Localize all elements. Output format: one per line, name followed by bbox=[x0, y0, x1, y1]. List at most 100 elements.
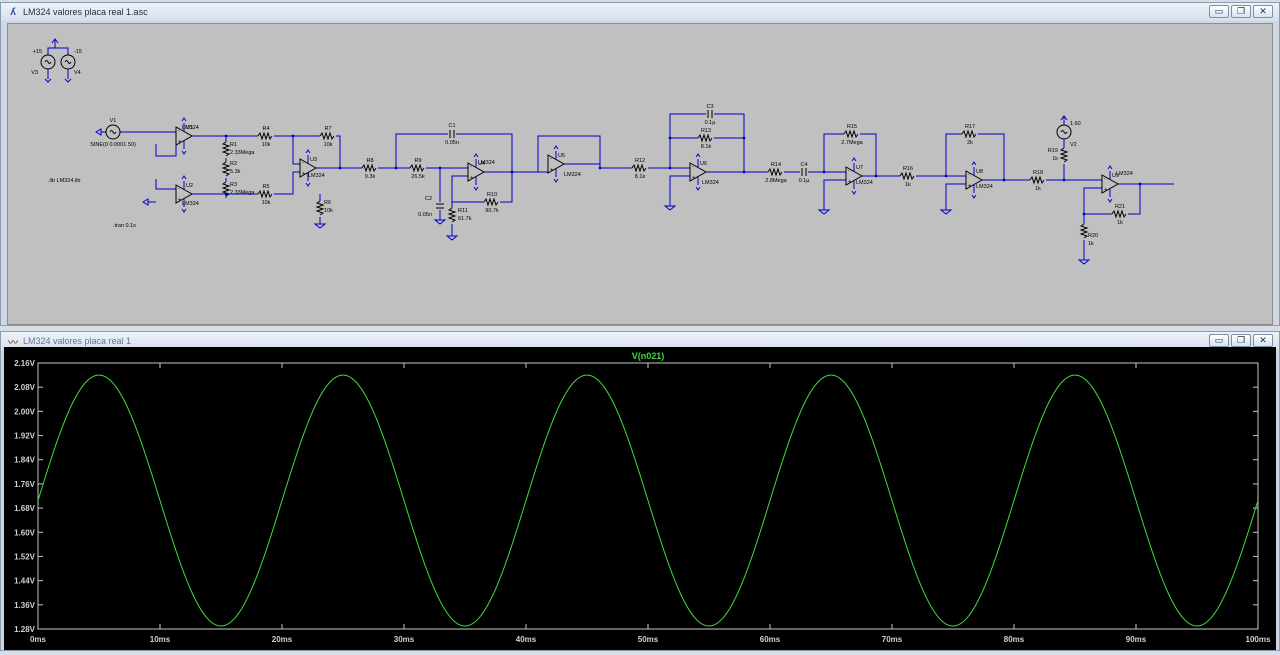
value-r15: 2.7Mega bbox=[841, 140, 863, 146]
x-tick-label: 30ms bbox=[394, 635, 415, 644]
port-arrow bbox=[95, 128, 102, 136]
value-r13: 8.1k bbox=[701, 144, 712, 150]
ref-v4: V4 bbox=[74, 70, 81, 76]
waveform-chart[interactable]: V(n021) 2.16V 2.08V 2.00V 1.92V 1.84V 1.76V 1.6… bbox=[4, 347, 1276, 650]
ground-symbol bbox=[1077, 254, 1091, 265]
junction-dot bbox=[598, 166, 602, 170]
schematic-title: LM324 valores placa real 1.asc bbox=[23, 7, 148, 17]
y-tick-label: 1.76V bbox=[14, 480, 36, 489]
spice-directive-tran: .tran 0.1s bbox=[113, 223, 136, 229]
ref-c1: C1 bbox=[448, 123, 455, 129]
ref-r17: R17 bbox=[965, 124, 975, 130]
wire bbox=[945, 133, 962, 176]
opamp-minus: - bbox=[178, 128, 180, 134]
value-u4: LM324 bbox=[478, 160, 495, 166]
y-tick-label: 1.92V bbox=[14, 432, 36, 441]
wire bbox=[669, 113, 706, 168]
resistor-r9 bbox=[409, 163, 425, 173]
waveform-viewer-icon: 〰 bbox=[8, 337, 18, 349]
value-r19: 1k bbox=[1052, 156, 1058, 162]
x-tick-label: 20ms bbox=[272, 635, 293, 644]
ref-v3: V3 bbox=[31, 70, 38, 76]
junction-dot bbox=[1002, 178, 1006, 182]
y-tick-label: 2.00V bbox=[14, 407, 36, 416]
close-button[interactable]: ✕ bbox=[1253, 5, 1273, 18]
trace-label: V(n021) bbox=[632, 351, 665, 361]
junction-dot bbox=[742, 136, 746, 140]
y-tick-label: 2.08V bbox=[14, 383, 36, 392]
resistor-r1 bbox=[221, 141, 231, 157]
value-v1: SINE(0 0.0001 50) bbox=[90, 142, 136, 148]
resistor-r11 bbox=[447, 207, 457, 223]
wire bbox=[537, 135, 601, 172]
minimize-button[interactable]: ▭ bbox=[1209, 5, 1229, 18]
plot-minimize-button[interactable]: ▭ bbox=[1209, 334, 1229, 347]
wire bbox=[714, 113, 745, 172]
resistor-r13 bbox=[697, 133, 713, 143]
schematic-drawing[interactable]: V3+15V4-15V1SINE(0 0.0001 50)-+U1LM324-+… bbox=[8, 24, 1272, 324]
resistor-r5 bbox=[257, 189, 273, 199]
opamp-plus: + bbox=[550, 167, 553, 173]
resistor-r20 bbox=[1079, 223, 1089, 239]
plot-close-button[interactable]: ✕ bbox=[1253, 334, 1273, 347]
ref-r12: R12 bbox=[635, 158, 645, 164]
opamp-plus: + bbox=[692, 175, 695, 181]
wire bbox=[451, 175, 468, 202]
ref-r1: R1 bbox=[230, 142, 237, 148]
resistor-r4 bbox=[257, 131, 273, 141]
junction-dot bbox=[1082, 212, 1086, 216]
ground-symbol bbox=[313, 218, 327, 229]
junction-dot bbox=[224, 134, 228, 138]
junction-dot bbox=[668, 166, 672, 170]
opamp-plus: + bbox=[968, 183, 971, 189]
spice-directive-lib: .lib LM324.lib bbox=[48, 178, 80, 184]
value-r12: 8.1k bbox=[635, 174, 646, 180]
ref-r19: R19 bbox=[1048, 148, 1058, 154]
ref-r4: R4 bbox=[262, 126, 269, 132]
wire bbox=[47, 47, 69, 55]
value-r10: 90.7k bbox=[485, 208, 499, 214]
junction-dot bbox=[742, 170, 746, 174]
wires bbox=[47, 47, 1174, 254]
wire bbox=[336, 135, 341, 168]
resistor-r18 bbox=[1029, 175, 1045, 185]
y-tick-label: 1.44V bbox=[14, 577, 36, 586]
x-tick-label: 40ms bbox=[516, 635, 537, 644]
resistor-r8 bbox=[361, 163, 377, 173]
value-r17: 2k bbox=[967, 140, 973, 146]
junction-dot bbox=[1062, 178, 1066, 182]
restore-button[interactable]: ❐ bbox=[1231, 5, 1251, 18]
value-u8: LM324 bbox=[976, 184, 993, 190]
opamp-minus: - bbox=[968, 172, 970, 178]
y-tick-label: 1.28V bbox=[14, 625, 36, 634]
value-r9: 26.5k bbox=[411, 174, 425, 180]
schematic-titlebar[interactable]: ʎ LM324 valores placa real 1.asc ▭ ❐ ✕ bbox=[1, 3, 1279, 21]
plot-title: LM324 valores placa real 1 bbox=[23, 336, 132, 346]
opamp-plus: + bbox=[470, 175, 473, 181]
capacitor-c1 bbox=[449, 130, 455, 138]
x-tick-label: 90ms bbox=[1126, 635, 1147, 644]
plot-restore-button[interactable]: ❐ bbox=[1231, 334, 1251, 347]
plot-pane[interactable]: V(n021) 2.16V 2.08V 2.00V 1.92V 1.84V 1.76V 1.6… bbox=[4, 347, 1276, 650]
opamp-plus: + bbox=[1104, 187, 1107, 193]
ground-symbol bbox=[445, 230, 459, 241]
value-r21: 1k bbox=[1117, 220, 1123, 226]
resistor-r7 bbox=[319, 131, 335, 141]
value-r20: 1k bbox=[1088, 241, 1094, 247]
ground-symbol bbox=[433, 214, 447, 225]
capacitor-c4 bbox=[801, 168, 807, 176]
ref-r7: R7 bbox=[324, 126, 331, 132]
ref-r8: R8 bbox=[366, 158, 373, 164]
junction-dot bbox=[822, 170, 826, 174]
schematic-canvas[interactable]: V3 +15 V4 -15 V1 SINE(0 0.0001 50) - + U1 LM324- +… bbox=[7, 23, 1273, 325]
value-v3: +15 bbox=[33, 49, 42, 55]
x-tick-label: 60ms bbox=[760, 635, 781, 644]
ref-u2: U2 bbox=[186, 183, 193, 189]
opamp-plus: + bbox=[178, 139, 181, 145]
value-r7: 10k bbox=[324, 142, 333, 148]
value-r14: 2.8Mega bbox=[765, 178, 787, 184]
value-r3: 2.33Mega bbox=[230, 190, 255, 196]
wire bbox=[669, 175, 690, 200]
opamp-minus: - bbox=[178, 186, 180, 192]
ref-r5: R5 bbox=[262, 184, 269, 190]
